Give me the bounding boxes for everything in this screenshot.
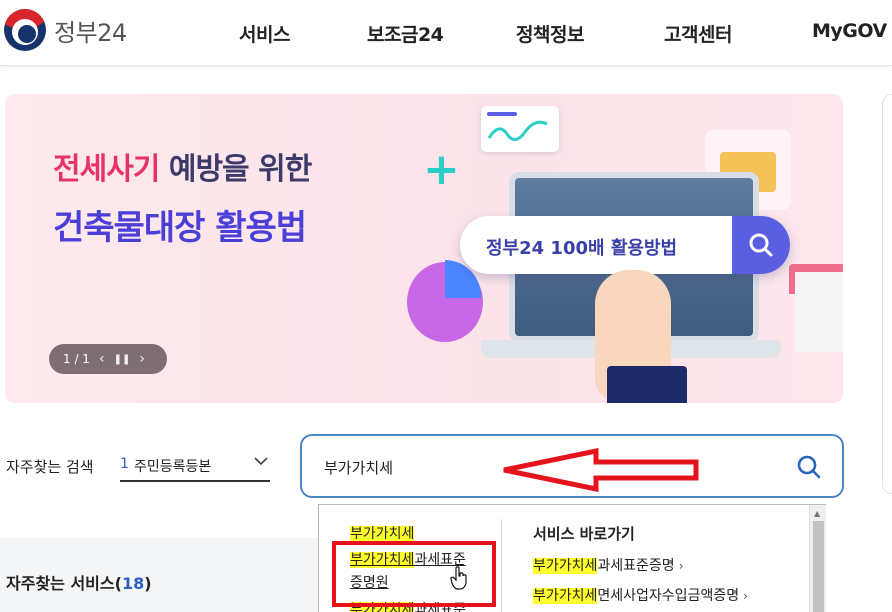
nav-services[interactable]: 서비스: [239, 20, 290, 47]
red-annotation-box: [332, 541, 496, 607]
pause-icon[interactable]: ❚❚: [114, 354, 131, 365]
red-annotation-arrow: [503, 448, 699, 492]
frequent-services-title: 자주찾는 서비스(18): [6, 574, 152, 593]
shortcut-item[interactable]: 부가가치세과세표준증명 ›: [533, 555, 684, 575]
side-panel-edge: [882, 94, 892, 494]
plus-icon: +: [423, 144, 460, 195]
dropdown-scrollbar[interactable]: ▲: [809, 505, 826, 612]
nav-mygov[interactable]: MyGOV: [812, 20, 887, 42]
nav-subsidy24[interactable]: 보조금24: [367, 20, 444, 47]
site-header: 정부24 서비스 보조금24 정책정보 고객센터 MyGOV: [0, 0, 892, 66]
nav-customer-center[interactable]: 고객센터: [664, 20, 732, 47]
main-banner[interactable]: 전세사기 예방을 위한 건축물대장 활용법 + 정부24 100배 활용방법 1…: [5, 94, 843, 403]
shortcut-item[interactable]: 부가가치세면세사업자수입금액증명 ›: [533, 585, 748, 605]
house-illustration: [795, 272, 843, 352]
chevron-right-icon: ›: [678, 559, 684, 573]
banner-pager: 1 / 1 ‹ ❚❚ ›: [49, 344, 167, 374]
banner-headline-1: 전세사기 예방을 위한: [53, 152, 312, 187]
search-icon[interactable]: [794, 452, 824, 482]
frequent-search-number: 1: [120, 456, 129, 472]
shortcut-title: 서비스 바로가기: [533, 525, 635, 543]
banner-search-pill: 정부24 100배 활용방법: [460, 216, 790, 274]
frequent-search-value: 주민등록등본: [134, 459, 212, 475]
banner-headline-2: 건축물대장 활용법: [53, 208, 307, 248]
chevron-right-icon: ›: [743, 589, 748, 603]
next-icon[interactable]: ›: [139, 351, 145, 367]
nav-policy-info[interactable]: 정책정보: [516, 20, 584, 47]
line-chart-card-illustration: [481, 106, 559, 152]
dropdown-divider: [501, 519, 502, 612]
sleeve-illustration: [607, 366, 687, 403]
suggestion-item[interactable]: 부가가치세: [350, 523, 415, 543]
site-logo[interactable]: 정부24: [4, 9, 127, 51]
scroll-thumb[interactable]: [813, 521, 824, 612]
government-emblem-icon: [4, 9, 46, 51]
prev-icon[interactable]: ‹: [99, 351, 105, 367]
chevron-down-icon: [254, 457, 268, 466]
scroll-up-icon[interactable]: ▲: [814, 509, 820, 518]
pager-count: 1 / 1: [63, 352, 90, 366]
search-input[interactable]: 부가가치세: [324, 457, 393, 478]
logo-text: 정부24: [54, 18, 127, 47]
frequent-search-select[interactable]: 1 주민등록등본: [120, 446, 270, 482]
frequent-search-label: 자주찾는 검색: [6, 458, 94, 476]
banner-search-icon: [732, 216, 790, 274]
hand-cursor-icon: [450, 566, 467, 590]
